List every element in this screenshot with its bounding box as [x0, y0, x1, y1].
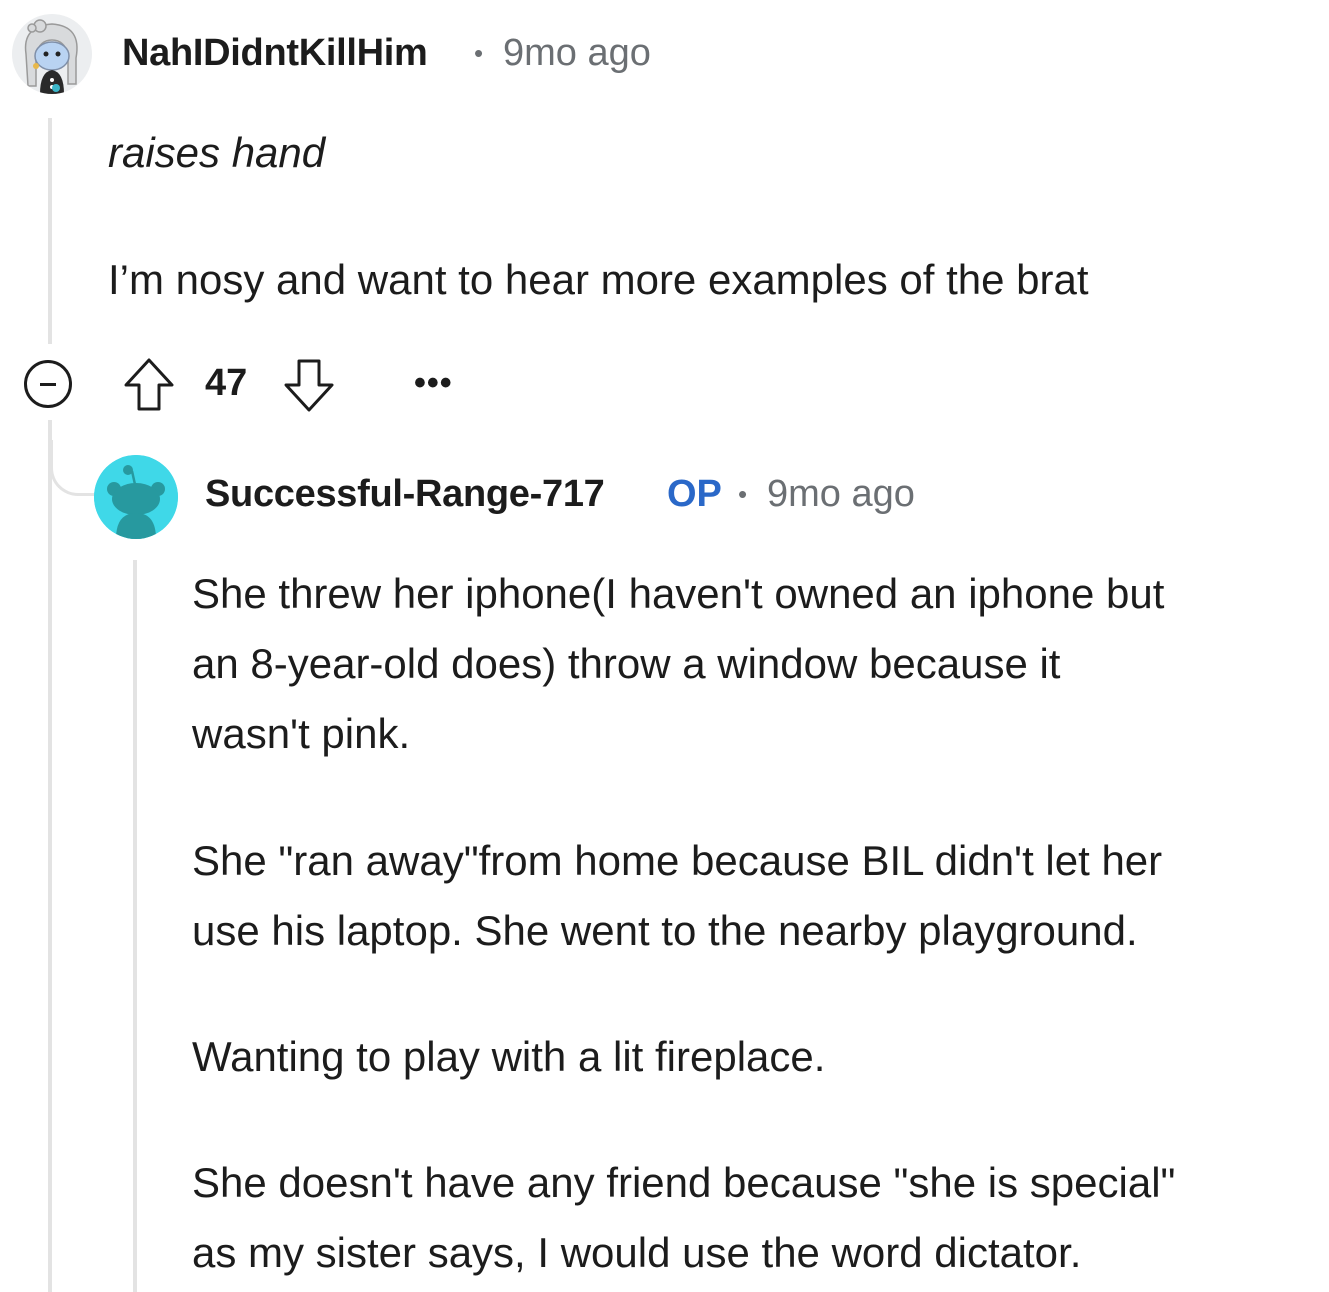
- comment-timestamp: 9mo ago: [767, 473, 915, 515]
- thread-line[interactable]: [133, 560, 137, 1292]
- snoo-avatar-icon: [12, 14, 92, 94]
- downvote-icon[interactable]: [282, 356, 336, 419]
- meta-separator: •: [738, 479, 748, 509]
- collapse-thread-button[interactable]: [24, 360, 72, 408]
- comment-body-line: wasn't pink.: [192, 710, 411, 757]
- more-options-button[interactable]: •••: [414, 364, 453, 403]
- comment-body-line: as my sister says, I would use the word …: [192, 1229, 1082, 1276]
- vote-count: 47: [205, 362, 248, 404]
- comment-body-line: She "ran away"from home because BIL didn…: [192, 837, 1163, 884]
- comment-body-line: She doesn't have any friend because "she…: [192, 1159, 1176, 1206]
- parent-thread-line-continued[interactable]: [48, 420, 52, 1292]
- thread-connector: [50, 440, 94, 496]
- comment-body-text: I’m nosy and want to hear more examples …: [108, 256, 1089, 303]
- comment-body-line: use his laptop. She went to the nearby p…: [192, 907, 1138, 954]
- upvote-icon[interactable]: [122, 356, 176, 419]
- comment-italic-text: raises hand: [108, 129, 326, 176]
- op-badge: OP: [667, 473, 722, 515]
- comment-body-line: She threw her iphone(I haven't owned an …: [192, 570, 1165, 617]
- user-avatar[interactable]: [94, 455, 178, 539]
- meta-separator: •: [474, 38, 484, 68]
- comment-body-line: Wanting to play with a lit fireplace.: [192, 1033, 826, 1080]
- snoo-avatar-icon: [94, 455, 178, 539]
- comment-timestamp: 9mo ago: [503, 32, 651, 74]
- comment-username[interactable]: NahIDidntKillHim: [122, 32, 428, 75]
- user-avatar[interactable]: [12, 14, 92, 94]
- comment-body-line: an 8-year-old does) throw a window becau…: [192, 640, 1061, 687]
- comment-username[interactable]: Successful-Range-717: [205, 473, 605, 516]
- thread-line[interactable]: [48, 118, 52, 344]
